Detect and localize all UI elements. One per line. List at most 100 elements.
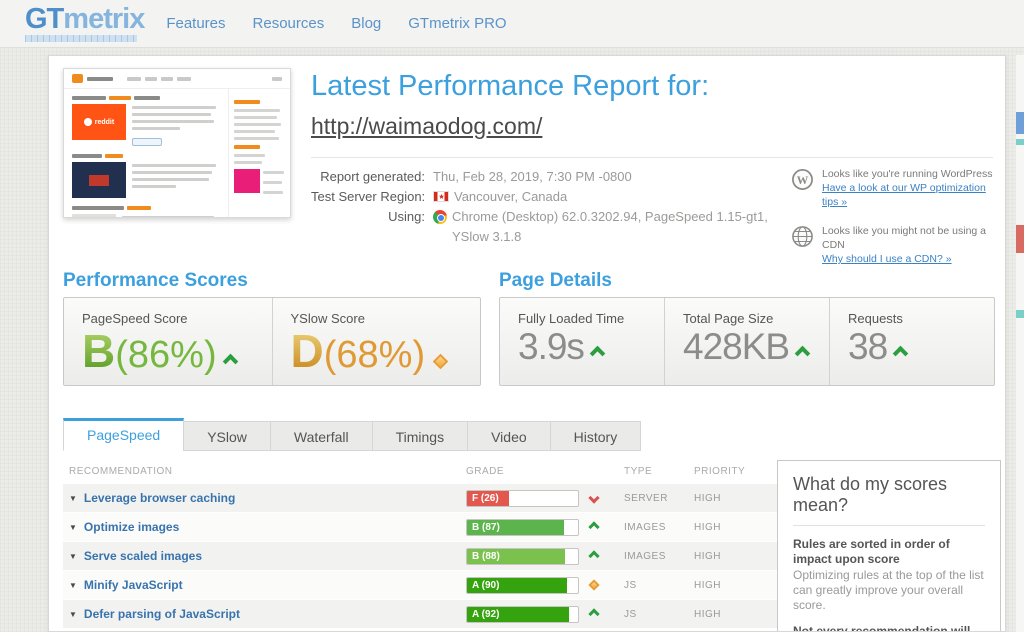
yslow-score-cell: YSlow ScoreD(68%) (272, 298, 481, 385)
expand-caret-icon[interactable]: ▼ (69, 552, 77, 561)
cutoff-fragment (1016, 112, 1024, 134)
recommendation-link-serve-scaled-images[interactable]: Serve scaled images (84, 549, 202, 563)
detail-number: 428KB (683, 328, 789, 365)
thumb-article-text (132, 162, 220, 198)
recommendations-table-header: RECOMMENDATIONGRADETYPEPRIORITY (63, 460, 777, 484)
meta-text-line: Vancouver, Canada (454, 187, 567, 207)
report-meta-row: Test Server Region:Vancouver, Canada (311, 187, 768, 207)
thumb-reddit-image: reddit (72, 104, 126, 140)
column-header-priority: PRIORITY (694, 466, 777, 477)
nav-link-blog[interactable]: Blog (351, 15, 381, 32)
grade-label: B (88) (472, 549, 500, 564)
up-arrow-icon (795, 346, 811, 362)
report-meta-row: Using:Chrome (Desktop) 62.0.3202.94, Pag… (311, 207, 768, 247)
recommendation-row: ▼Optimize imagesB (87)IMAGESHIGH (63, 513, 777, 542)
column-header-type: TYPE (624, 466, 694, 477)
type-cell: JS (624, 609, 694, 620)
tab-timings[interactable]: Timings (372, 421, 469, 451)
score-label: YSlow Score (291, 311, 463, 326)
down-arrow-icon (588, 492, 599, 503)
grade-cell: F (26) (466, 490, 624, 507)
score-percent: (68%) (324, 336, 425, 374)
reddit-snoo-icon (84, 118, 92, 126)
help-section-heading: Not every recommendation will apply to y… (793, 624, 985, 632)
expand-caret-icon[interactable]: ▼ (69, 581, 77, 590)
notice-globe: Looks like you might not be using a CDNW… (791, 224, 1003, 266)
thumb-article-title-highlight (105, 154, 123, 158)
recommendation-name-cell: ▼ Optimize images (63, 520, 466, 534)
score-value: B(86%) (82, 328, 254, 374)
grade-bar: A (90) (466, 577, 579, 594)
top-navigation-bar: GTmetrix Features Resources Blog GTmetrix P… (0, 0, 1024, 48)
nav-link-gtmetrix-pro[interactable]: GTmetrix PRO (408, 15, 506, 32)
meta-text-line: Thu, Feb 28, 2019, 7:30 PM -0800 (433, 167, 632, 187)
logo-ruler-icon (25, 35, 137, 42)
thumb-nav-item (145, 77, 157, 81)
tab-yslow[interactable]: YSlow (183, 421, 271, 451)
notice-text: Looks like you're running WordPressHave … (822, 167, 1003, 209)
tested-url-link[interactable]: http://waimaodog.com/ (311, 113, 542, 140)
detail-number: 38 (848, 328, 887, 365)
expand-caret-icon[interactable]: ▼ (69, 610, 77, 619)
gtmetrix-logo-text: GTmetrix (25, 5, 144, 34)
gtmetrix-logo[interactable]: GTmetrix (25, 5, 144, 42)
thumb-nav-item (272, 77, 282, 81)
thumb-sidebar-column (228, 89, 290, 218)
thumb-nav-item (161, 77, 173, 81)
notice-link[interactable]: Have a look at our WP optimization tips … (822, 181, 1003, 209)
meta-text: Thu, Feb 28, 2019, 7:30 PM -0800 (433, 167, 632, 187)
grade-cell: A (90) (466, 577, 624, 594)
nav-links: Features Resources Blog GTmetrix PRO (166, 15, 533, 33)
expand-caret-icon[interactable]: ▼ (69, 523, 77, 532)
tab-video[interactable]: Video (467, 421, 551, 451)
recommendation-name-cell: ▼ Minify JavaScript (63, 578, 466, 592)
thumb-article-title-highlight (127, 206, 151, 210)
total-page-size-cell: Total Page Size428KB (664, 298, 829, 385)
recommendation-link-defer-parsing-of-javascript[interactable]: Defer parsing of JavaScript (84, 607, 240, 621)
report-notices: WLooks like you're running WordPressHave… (791, 167, 1003, 281)
recommendation-row: ▼Minify JavaScriptA (90)JSHIGH (63, 571, 777, 600)
thumb-article-title (72, 154, 102, 158)
detail-value: 38 (848, 328, 976, 365)
column-header-recommendation: RECOMMENDATION (63, 466, 466, 477)
score-percent: (86%) (115, 336, 216, 374)
expand-caret-icon[interactable]: ▼ (69, 494, 77, 503)
meta-label: Using: (311, 207, 433, 247)
nav-link-features[interactable]: Features (166, 15, 225, 32)
performance-scores-heading: Performance Scores (63, 270, 248, 292)
chrome-icon (433, 210, 447, 224)
scores-help-sections: Rules are sorted in order of impact upon… (793, 537, 985, 632)
canada-flag-icon (433, 191, 449, 202)
thumb-articles-column: reddit (64, 89, 228, 218)
recommendation-name-cell: ▼ Defer parsing of JavaScript (63, 607, 466, 621)
help-section-body: Optimizing rules at the top of the list … (793, 568, 985, 613)
recommendation-link-optimize-images[interactable]: Optimize images (84, 520, 179, 534)
recommendation-name-cell: ▼ Leverage browser caching (63, 491, 466, 505)
nav-link-resources[interactable]: Resources (253, 15, 325, 32)
score-letter: B (82, 328, 115, 374)
grade-cell: B (87) (466, 519, 624, 536)
scores-help-box: What do my scores mean? Rules are sorted… (777, 460, 1001, 632)
page-title: Latest Performance Report for: (311, 70, 709, 103)
tab-waterfall[interactable]: Waterfall (270, 421, 373, 451)
grade-label: A (92) (472, 607, 499, 622)
up-arrow-icon (588, 608, 599, 619)
thumb-article-title-highlight (109, 96, 131, 100)
tab-history[interactable]: History (550, 421, 642, 451)
recommendation-link-minify-javascript[interactable]: Minify JavaScript (84, 578, 183, 592)
thumb-article-text (122, 214, 220, 218)
notice-wordpress: WLooks like you're running WordPressHave… (791, 167, 1003, 209)
tab-pagespeed[interactable]: PageSpeed (63, 418, 184, 451)
notice-link[interactable]: Why should I use a CDN? » (822, 252, 1003, 266)
grade-bar: B (87) (466, 519, 579, 536)
recommendation-link-leverage-browser-caching[interactable]: Leverage browser caching (84, 491, 235, 505)
report-meta-row: Report generated:Thu, Feb 28, 2019, 7:30… (311, 167, 768, 187)
recommendations-table: RECOMMENDATIONGRADETYPEPRIORITY ▼ Leverag… (63, 460, 777, 629)
up-arrow-icon (590, 346, 606, 362)
diamond-indicator-icon (588, 579, 599, 590)
thumb-nav-item (127, 77, 141, 81)
globe-icon (791, 224, 815, 266)
site-screenshot-thumbnail[interactable]: reddit (63, 68, 291, 218)
thumb-sidebar-ad (234, 169, 285, 198)
priority-cell: HIGH (694, 522, 777, 533)
